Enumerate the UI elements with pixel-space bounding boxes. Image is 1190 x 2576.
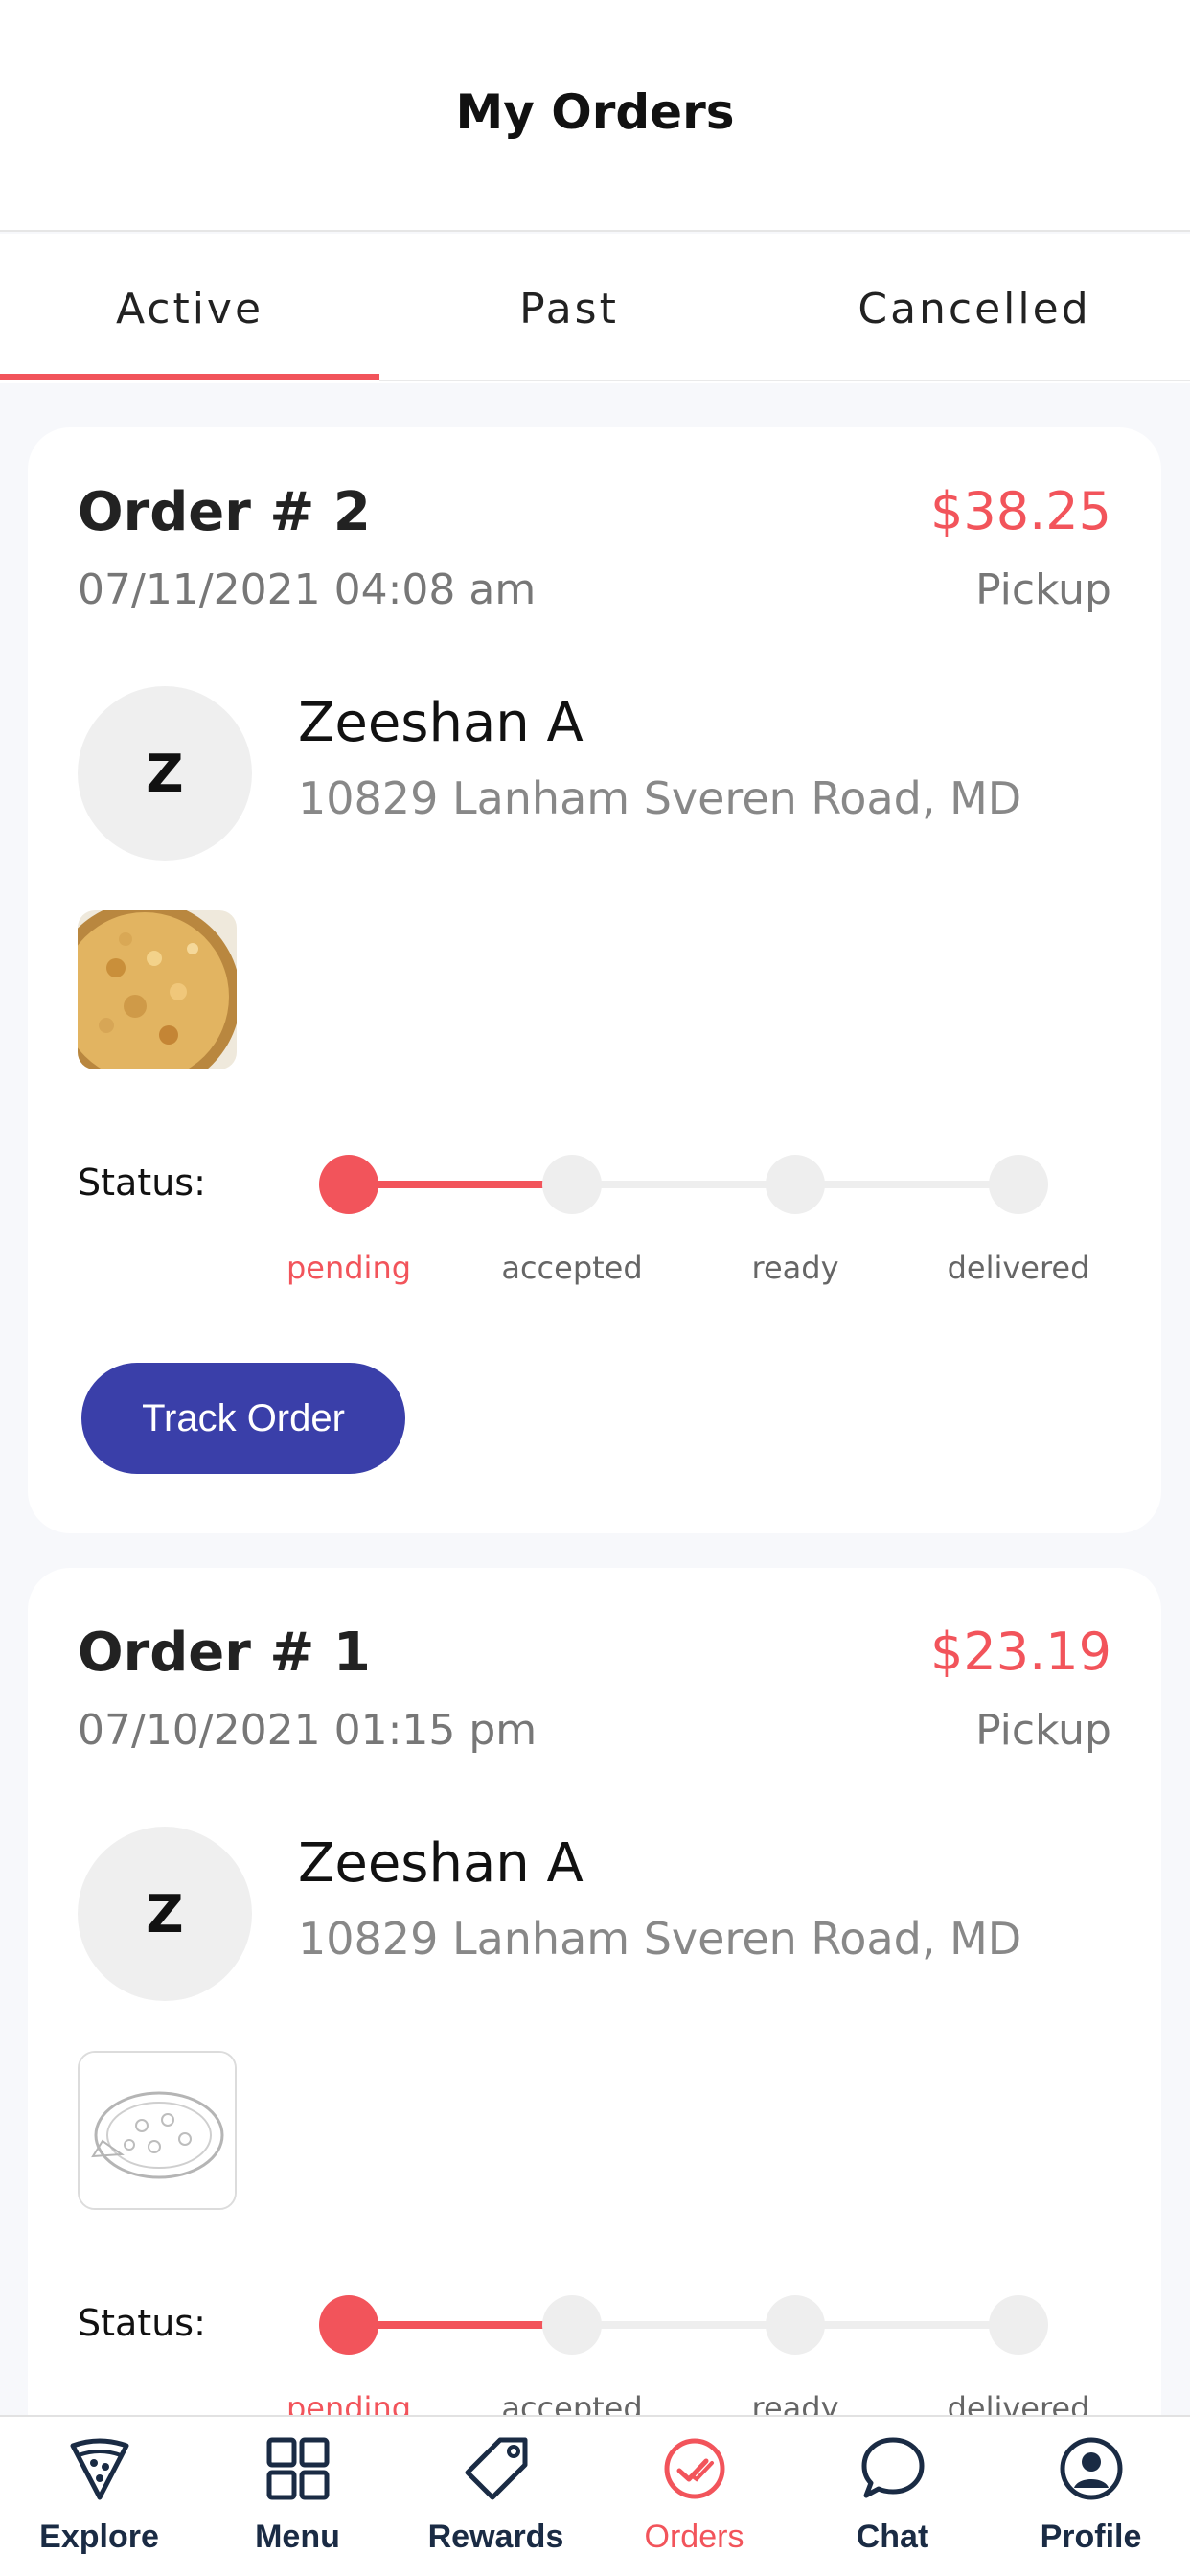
status-dot-ready — [766, 1155, 825, 1214]
nav-item-rewards[interactable]: Rewards — [397, 2417, 595, 2576]
order-price: $23.19 — [930, 1622, 1111, 1682]
bottom-nav: Explore Menu Rewards Orders Chat Profile — [0, 2415, 1190, 2576]
tag-icon — [465, 2437, 528, 2500]
step-label-ready: ready — [751, 1250, 839, 1286]
progress-line-done — [349, 2321, 572, 2329]
nav-label-menu: Menu — [255, 2518, 340, 2555]
order-number: Order # 2 — [78, 481, 371, 543]
step-label-accepted: accepted — [501, 1250, 643, 1286]
grid-icon — [266, 2437, 330, 2500]
order-card[interactable]: Order # 1 $23.19 07/10/2021 01:15 pm Pic… — [28, 1568, 1161, 2526]
tab-past[interactable]: Past — [379, 234, 759, 383]
orders-check-icon — [664, 2438, 725, 2499]
status-label: Status: — [78, 1162, 206, 1204]
nav-item-chat[interactable]: Chat — [793, 2417, 992, 2576]
status-dot-delivered — [989, 2295, 1048, 2355]
chat-bubble-icon — [861, 2437, 925, 2498]
status-dot-pending — [319, 2295, 378, 2355]
avatar: Z — [78, 686, 252, 861]
nav-label-orders: Orders — [644, 2518, 744, 2555]
nav-item-explore[interactable]: Explore — [0, 2417, 198, 2576]
customer-name: Zeeshan A — [298, 692, 584, 754]
pizza-slice-icon — [70, 2438, 129, 2500]
order-date: 07/11/2021 04:08 am — [78, 565, 537, 614]
tab-cancelled[interactable]: Cancelled — [759, 234, 1190, 383]
order-price: $38.25 — [930, 481, 1111, 541]
step-label-delivered: delivered — [947, 1250, 1090, 1286]
nav-item-profile[interactable]: Profile — [992, 2417, 1190, 2576]
page-title: My Orders — [455, 84, 735, 140]
order-type: Pickup — [975, 565, 1111, 614]
customer-name: Zeeshan A — [298, 1832, 584, 1895]
pizza-image — [78, 910, 237, 1070]
pizza-sketch-image — [78, 2051, 237, 2210]
order-date: 07/10/2021 01:15 pm — [78, 1706, 538, 1755]
nav-label-rewards: Rewards — [427, 2518, 564, 2555]
order-number: Order # 1 — [78, 1622, 371, 1684]
nav-item-orders[interactable]: Orders — [595, 2417, 793, 2576]
customer-address: 10829 Lanham Sveren Road, MD — [298, 772, 1022, 824]
status-label: Status: — [78, 2302, 206, 2344]
user-circle-icon — [1060, 2437, 1123, 2500]
order-type: Pickup — [975, 1706, 1111, 1755]
status-dot-ready — [766, 2295, 825, 2355]
track-order-button[interactable]: Track Order — [81, 1363, 405, 1474]
status-dot-accepted — [542, 2295, 602, 2355]
tab-active-underline — [0, 374, 379, 380]
status-dot-accepted — [542, 1155, 602, 1214]
nav-label-chat: Chat — [856, 2518, 929, 2555]
tab-active[interactable]: Active — [0, 234, 379, 383]
order-tabs: Active Past Cancelled — [0, 234, 1190, 383]
status-dot-pending — [319, 1155, 378, 1214]
order-card[interactable]: Order # 2 $38.25 07/11/2021 04:08 am Pic… — [28, 427, 1161, 1533]
step-label-pending: pending — [286, 1250, 412, 1286]
nav-label-profile: Profile — [1040, 2518, 1142, 2555]
nav-label-explore: Explore — [39, 2518, 159, 2555]
customer-address: 10829 Lanham Sveren Road, MD — [298, 1913, 1022, 1965]
avatar: Z — [78, 1827, 252, 2001]
tab-divider — [379, 380, 1190, 381]
header: My Orders — [0, 0, 1190, 232]
nav-item-menu[interactable]: Menu — [198, 2417, 397, 2576]
status-dot-delivered — [989, 1155, 1048, 1214]
progress-line-done — [349, 1181, 572, 1188]
